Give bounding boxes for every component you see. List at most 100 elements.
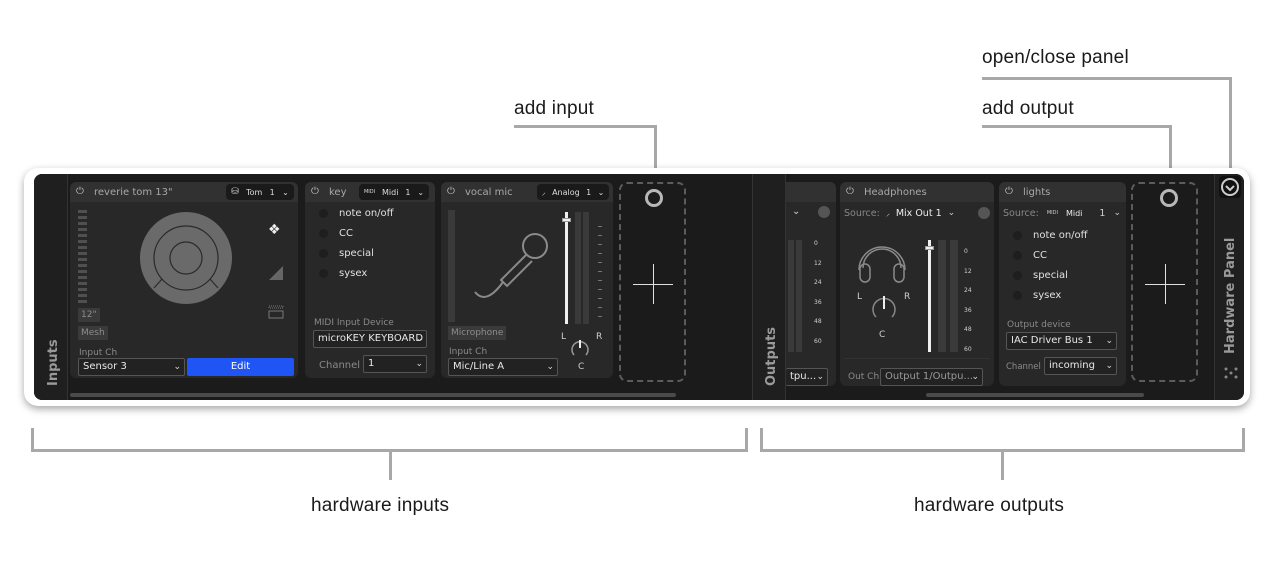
add-input-button[interactable]	[619, 182, 686, 382]
power-icon[interactable]: ⏻	[447, 187, 457, 197]
card-header: ⏻ Headphones	[840, 182, 994, 202]
power-icon[interactable]: ⏻	[846, 187, 856, 197]
out-ch-select[interactable]: tpu... ⌄	[786, 368, 828, 386]
power-icon[interactable]: ⏻	[76, 187, 86, 197]
dots-pattern-icon	[1224, 367, 1238, 379]
source-select[interactable]: Mix Out 1	[896, 208, 942, 219]
meter-scale	[598, 218, 602, 318]
output-device-select[interactable]: IAC Driver Bus 1 ⌄	[1006, 332, 1117, 350]
add-input-marker	[645, 189, 663, 207]
annotation-hardware-inputs: hardware inputs	[311, 495, 450, 516]
edit-button[interactable]: Edit	[187, 358, 294, 376]
midi-device-label: MIDI Input Device	[314, 318, 394, 328]
pan-center-label: C	[578, 362, 585, 372]
chevron-down-icon: ⌄	[971, 372, 979, 382]
input-type-selector[interactable]: MIDI Midi 1 ⌄	[359, 184, 429, 200]
inputs-scrollbar[interactable]	[70, 393, 676, 397]
level-meter-left	[938, 240, 946, 352]
chevron-down-icon: ⌄	[417, 187, 425, 197]
inputs-tab[interactable]: Inputs	[34, 174, 68, 400]
layers-icon[interactable]: ❖	[268, 222, 281, 238]
input-name: key	[329, 186, 347, 198]
channel-label: Channel	[1006, 362, 1041, 372]
indicator-dot	[1013, 251, 1022, 260]
input-card-midi: ⏻ key MIDI Midi 1 ⌄ note on/off CC speci…	[305, 182, 435, 378]
midi-filter-row[interactable]: sysex	[319, 268, 367, 279]
output-card-headphones: ⏻ Headphones Source: ⸝ Mix Out 1 ⌄ L R C	[840, 182, 994, 386]
level-meter-right	[950, 240, 958, 352]
chevron-down-icon[interactable]: ⌄	[1113, 208, 1121, 218]
indicator-dot	[319, 209, 328, 218]
chevron-down-icon: ⌄	[1105, 336, 1113, 346]
leader-add-input-h	[514, 125, 657, 128]
midi-filter-row[interactable]: note on/off	[1013, 230, 1088, 241]
plus-icon	[1165, 264, 1166, 304]
midi-device-select[interactable]: microKEY KEYBOARD ⌄	[313, 330, 427, 348]
indicator-dot	[1013, 291, 1022, 300]
hardware-panel-tab-label: Hardware Panel	[1222, 237, 1238, 354]
plus-icon	[653, 264, 654, 304]
out-ch-select[interactable]: Output 1/Outpu... ⌄	[880, 368, 983, 386]
annotation-open-close-panel: open/close panel	[982, 47, 1129, 68]
volume-fader[interactable]	[928, 240, 931, 352]
input-ch-select[interactable]: Mic/Line A ⌄	[448, 358, 558, 376]
head-type-tag: Mesh	[78, 326, 108, 340]
add-output-button[interactable]	[1131, 182, 1198, 382]
partial-meter-scale: 0 12 24 36 48 60	[814, 240, 822, 345]
midi-filter-row[interactable]: special	[1013, 270, 1068, 281]
output-name: lights	[1023, 186, 1051, 198]
out-ch-label: Out Ch	[848, 372, 880, 382]
input-ch-select[interactable]: Sensor 3 ⌄	[78, 358, 185, 376]
headphones-icon	[858, 246, 906, 283]
channel-label: Channel	[319, 360, 361, 371]
outputs-tab[interactable]: Outputs	[752, 174, 786, 400]
headphone-monitor-icon[interactable]	[818, 206, 830, 218]
source-row: Source: ⸝ Mix Out 1 ⌄	[844, 204, 990, 222]
chevron-down-icon: ⌄	[816, 372, 824, 382]
bracket-inputs-stem	[389, 452, 392, 480]
midi-filter-row[interactable]: CC	[1013, 250, 1047, 261]
power-icon[interactable]: ⏻	[1005, 187, 1015, 197]
output-card-partial: ⌄ tpu... ⌄	[786, 182, 836, 386]
midi-filter-row[interactable]: sysex	[1013, 290, 1061, 301]
power-icon[interactable]: ⏻	[311, 187, 321, 197]
open-close-panel-button[interactable]	[1219, 176, 1241, 198]
pan-right-label: R	[904, 292, 911, 302]
add-output-marker	[1160, 189, 1178, 207]
annotation-hardware-outputs: hardware outputs	[914, 495, 1065, 516]
inputs-tab-label: Inputs	[45, 339, 61, 386]
pan-knob[interactable]	[569, 337, 591, 359]
midi-icon: MIDI	[363, 189, 376, 195]
chevron-circle-down-icon	[1221, 178, 1239, 196]
midi-filter-row[interactable]: note on/off	[319, 208, 394, 219]
input-ch-label: Input Ch	[79, 348, 118, 358]
midi-icon: MIDI	[1046, 210, 1058, 216]
rim-icon[interactable]	[268, 304, 284, 320]
drum-pad[interactable]	[140, 212, 232, 304]
pan-knob[interactable]	[870, 294, 898, 322]
outputs-scrollbar[interactable]	[926, 393, 1144, 397]
gain-fader-handle[interactable]	[562, 218, 571, 222]
volume-fader-handle[interactable]	[925, 246, 934, 250]
midi-filter-row[interactable]: CC	[319, 228, 353, 239]
chevron-down-icon: ⌄	[415, 334, 423, 344]
headphone-monitor-icon[interactable]	[978, 207, 990, 219]
hardware-panel: Inputs ⏻ reverie tom 13" ⛁ Tom 1 ⌄ ❖ 12"…	[34, 174, 1244, 400]
chevron-down-icon[interactable]: ⌄	[948, 208, 956, 218]
output-card-lights: ⏻ lights Source: MIDI Midi 1 ⌄ note on/o…	[999, 182, 1126, 386]
hardware-panel-tab[interactable]: Hardware Panel	[1214, 174, 1244, 400]
leader-open-close-panel-v	[1229, 77, 1232, 177]
velocity-curve-icon[interactable]	[268, 265, 284, 281]
gain-fader[interactable]	[565, 212, 568, 324]
input-type-selector[interactable]: ⸝ Analog 1 ⌄	[537, 184, 609, 200]
bracket-outputs-right	[1242, 428, 1245, 452]
chevron-down-icon[interactable]: ⌄	[792, 206, 800, 217]
channel-select[interactable]: 1 ⌄	[363, 355, 427, 373]
input-type-selector[interactable]: ⛁ Tom 1 ⌄	[226, 184, 294, 200]
card-header: ⏻ lights	[999, 182, 1126, 202]
channel-select[interactable]: incoming ⌄	[1044, 357, 1117, 375]
midi-filter-row[interactable]: special	[319, 248, 374, 259]
cable-icon: ⸝	[541, 187, 546, 197]
source-select[interactable]: Midi	[1066, 209, 1082, 218]
cable-icon: ⸝	[885, 208, 890, 218]
